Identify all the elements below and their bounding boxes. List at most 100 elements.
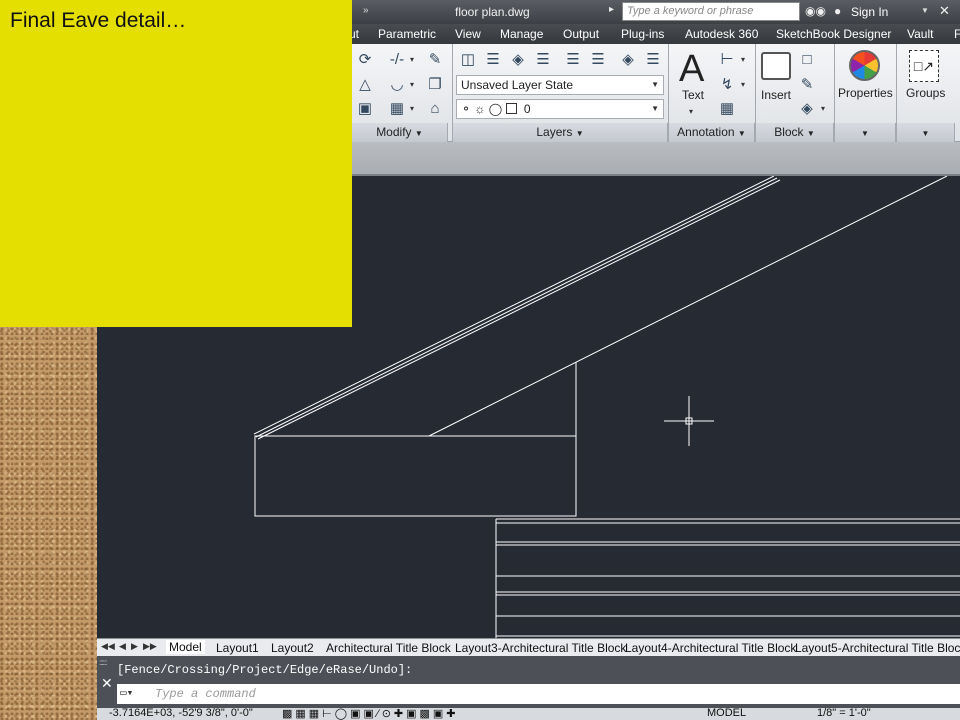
modify-panel-footer[interactable]: Modify ▼ xyxy=(352,123,448,142)
layer-color-swatch xyxy=(505,103,517,114)
tab-vault[interactable]: Vault xyxy=(907,27,933,41)
tab-view[interactable]: View xyxy=(455,27,481,41)
layout-tab-bar: ◀◀ ◀ ▶ ▶▶ Model Layout1 Layout2 Architec… xyxy=(97,638,960,656)
quick-access-expand-icon[interactable]: » xyxy=(363,5,369,16)
trim-icon[interactable]: -/- xyxy=(387,50,407,70)
grip-handle[interactable]: :::::: xyxy=(99,658,115,674)
layer-caret-icon[interactable]: ▼ xyxy=(651,104,659,113)
command-prompt-icon[interactable]: ▭▾ xyxy=(120,686,133,700)
array-caret-icon[interactable]: ▾ xyxy=(408,99,416,119)
layer-state-caret-icon[interactable]: ▼ xyxy=(651,80,659,89)
block-panel-footer[interactable]: Block ▼ xyxy=(756,123,834,142)
tab-output[interactable]: Output xyxy=(563,27,599,41)
scale-icon[interactable]: ▣ xyxy=(355,99,375,119)
tab-manage[interactable]: Manage xyxy=(500,27,543,41)
trim-caret-icon[interactable]: ▾ xyxy=(408,50,416,70)
annotation-expand-icon[interactable]: ▼ xyxy=(738,129,746,138)
table-icon[interactable]: ▦ xyxy=(717,99,737,119)
insert-button[interactable]: Insert xyxy=(761,88,791,102)
next-tab-icon[interactable]: ▶ xyxy=(131,641,138,652)
sun-icon[interactable]: ☼ xyxy=(474,102,485,116)
tab-plug-ins[interactable]: Plug-ins xyxy=(621,27,664,41)
layer-isolate-icon[interactable]: ◈ xyxy=(508,50,528,70)
prev-tab-icon[interactable]: ◀ xyxy=(119,641,126,652)
rafter-line[interactable] xyxy=(428,176,948,437)
leader-caret-icon[interactable]: ▾ xyxy=(739,75,747,95)
layer-previous-icon[interactable]: ☰ xyxy=(588,50,608,70)
annotation-scale[interactable]: 1/8" = 1'-0" xyxy=(817,708,871,719)
last-tab-icon[interactable]: ▶▶ xyxy=(143,641,157,652)
attribute-caret-icon[interactable]: ▾ xyxy=(819,99,827,119)
tab-autodesk-360[interactable]: Autodesk 360 xyxy=(685,27,758,41)
layer-properties-icon[interactable]: ◫ xyxy=(458,50,478,70)
dimension-caret-icon[interactable]: ▾ xyxy=(739,50,747,70)
attribute-icon[interactable]: ◈ xyxy=(797,99,817,119)
layer-walk-icon[interactable]: ◈ xyxy=(618,50,638,70)
exchange-x-icon[interactable]: ✕ xyxy=(939,3,950,19)
close-icon[interactable]: ✕ xyxy=(101,675,113,692)
tab-more-partial[interactable]: F xyxy=(954,27,960,41)
dimension-icon[interactable]: ⊢ xyxy=(717,50,737,70)
layout-tab-layout5[interactable]: Layout5-Architectural Title Block xyxy=(795,641,960,655)
leader-icon[interactable]: ↯ xyxy=(717,75,737,95)
layers-panel-footer[interactable]: Layers ▼ xyxy=(453,123,668,142)
fillet-caret-icon[interactable]: ▾ xyxy=(408,75,416,95)
modify-expand-icon[interactable]: ▼ xyxy=(415,129,423,138)
command-input[interactable]: ▭▾ Type a command xyxy=(117,684,960,704)
array-icon[interactable]: ▦ xyxy=(387,99,407,119)
groups-panel-footer[interactable]: ▼ xyxy=(897,123,955,142)
layer-states-icon[interactable]: ☰ xyxy=(483,50,503,70)
layers-panel-label: Layers xyxy=(536,125,573,139)
first-tab-icon[interactable]: ◀◀ xyxy=(101,641,115,652)
layers-expand-icon[interactable]: ▼ xyxy=(576,129,584,138)
erase-icon[interactable]: ✎ xyxy=(425,50,445,70)
layer-merge-icon[interactable]: ☰ xyxy=(643,50,663,70)
layout-tab-model[interactable]: Model xyxy=(166,640,205,654)
text-button[interactable]: Text xyxy=(682,88,704,102)
layout-tab-layout4[interactable]: Layout4-Architectural Title Block xyxy=(625,641,796,655)
layer-unisolate-icon[interactable]: ☰ xyxy=(533,50,553,70)
modify-panel-label: Modify xyxy=(376,125,412,139)
fillet-icon[interactable]: ◡ xyxy=(387,75,407,95)
insert-block-icon[interactable] xyxy=(761,52,791,80)
text-caret-icon[interactable]: ▾ xyxy=(687,102,695,122)
block-panel-label: Block xyxy=(774,125,804,139)
groups-button[interactable]: Groups xyxy=(906,86,945,100)
command-placeholder: Type a command xyxy=(155,687,256,701)
layer-dropdown[interactable]: ⚬ ☼ ◯ 0 ▼ xyxy=(456,99,664,119)
layout-tab-layout1[interactable]: Layout1 xyxy=(216,641,259,655)
layout-tab-architectural-title-block[interactable]: Architectural Title Block xyxy=(326,641,451,655)
title-arrow-icon[interactable]: ▸ xyxy=(609,4,614,15)
layer-match-icon[interactable]: ☰ xyxy=(563,50,583,70)
model-space-button[interactable]: MODEL xyxy=(707,708,746,719)
status-toggles[interactable]: ▩▦▦⊢◯▣▣∕⊙✚▣▩▣✚ xyxy=(282,708,459,720)
properties-expand-icon[interactable]: ▼ xyxy=(861,129,869,138)
header-beam[interactable] xyxy=(254,435,577,517)
sign-in-caret-icon[interactable]: ▼ xyxy=(921,6,929,15)
sign-in-button[interactable]: Sign In xyxy=(851,5,888,19)
tab-sketchbook-designer[interactable]: SketchBook Designer xyxy=(776,27,891,41)
lightbulb-icon[interactable]: ⚬ xyxy=(461,102,471,116)
annotation-panel-footer[interactable]: Annotation ▼ xyxy=(669,123,755,142)
layout-tab-layout2[interactable]: Layout2 xyxy=(271,641,314,655)
layer-state-dropdown[interactable]: Unsaved Layer State ▼ xyxy=(456,75,664,95)
groups-expand-icon[interactable]: ▼ xyxy=(922,129,930,138)
create-block-icon[interactable]: □ xyxy=(797,50,817,70)
groups-icon[interactable]: □↗ xyxy=(909,50,939,82)
rotate-icon[interactable]: ⟳ xyxy=(355,50,375,70)
text-button-icon[interactable]: A xyxy=(679,48,704,91)
layout-tab-layout3[interactable]: Layout3-Architectural Title Block xyxy=(455,641,626,655)
binoculars-icon[interactable]: ◉◉ xyxy=(805,4,826,18)
properties-button[interactable]: Properties xyxy=(838,86,893,100)
lock-icon[interactable]: ◯ xyxy=(489,102,502,116)
user-icon[interactable]: ● xyxy=(834,4,841,18)
offset-icon[interactable]: ⌂ xyxy=(425,99,445,119)
edit-block-icon[interactable]: ✎ xyxy=(797,75,817,95)
explode-icon[interactable]: ❐ xyxy=(425,75,445,95)
tab-parametric[interactable]: Parametric xyxy=(378,27,436,41)
properties-panel-footer[interactable]: ▼ xyxy=(835,123,896,142)
search-input[interactable]: Type a keyword or phrase xyxy=(622,2,800,21)
properties-color-wheel-icon[interactable] xyxy=(849,50,880,81)
block-expand-icon[interactable]: ▼ xyxy=(807,129,815,138)
mirror-icon[interactable]: △ xyxy=(355,75,375,95)
